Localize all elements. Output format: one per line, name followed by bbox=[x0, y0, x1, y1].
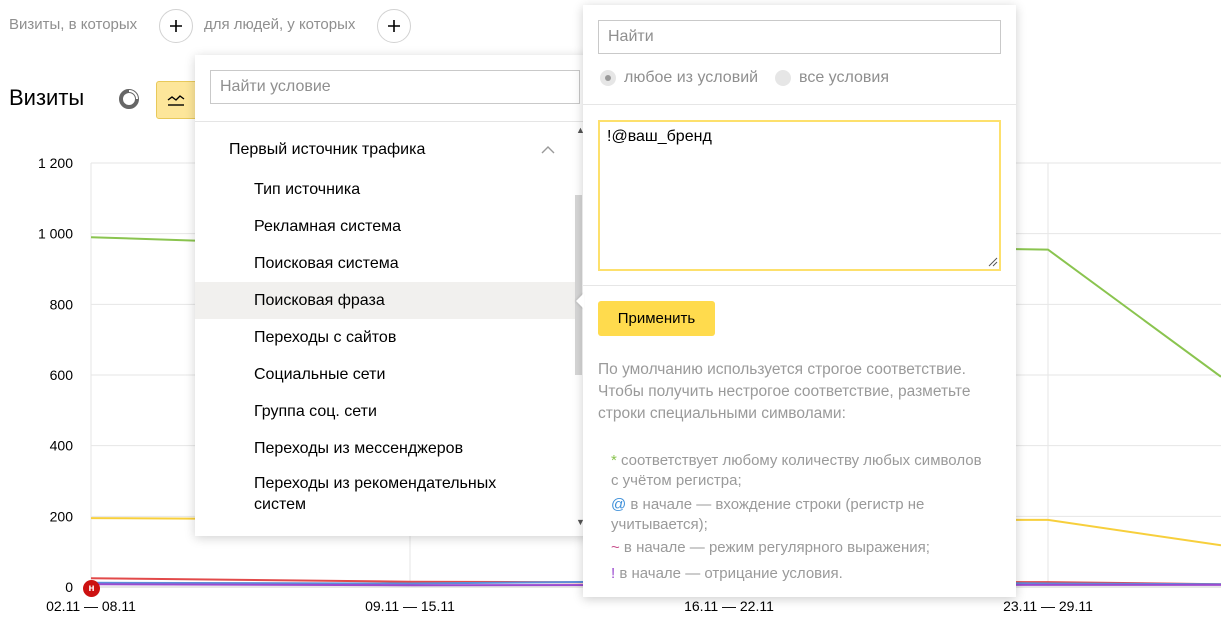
divider bbox=[583, 285, 1016, 286]
pie-chart-icon bbox=[119, 89, 139, 109]
segment-bar: Визиты, в которых для людей, у которых bbox=[0, 0, 600, 52]
rule-text: в начале — вхождение строки (регистр не … bbox=[611, 496, 925, 533]
x-tick-label: 23.11 — 29.11 bbox=[1003, 598, 1093, 614]
condition-search-input[interactable] bbox=[210, 70, 580, 104]
condition-item[interactable]: Поисковая система bbox=[195, 245, 575, 282]
radio-any-conditions[interactable]: любое из условий bbox=[600, 69, 758, 87]
matching-rule: ! в начале — отрицание условия. bbox=[611, 564, 991, 584]
group-header-first-traffic-source[interactable]: Первый источник трафика bbox=[229, 141, 425, 159]
panel-pointer bbox=[576, 293, 584, 309]
radio-all-label: все условия bbox=[799, 69, 889, 86]
y-tick-label: 0 bbox=[65, 579, 73, 595]
matching-rule: @ в начале — вхождение строки (регистр н… bbox=[611, 495, 991, 535]
x-tick-label: 16.11 — 22.11 bbox=[684, 598, 774, 614]
matching-rule: * соответствует любому количеству любых … bbox=[611, 451, 991, 491]
condition-item[interactable]: Переходы с сайтов bbox=[195, 319, 575, 356]
condition-item[interactable]: Рекламная система bbox=[195, 208, 575, 245]
add-people-condition-button[interactable] bbox=[377, 9, 411, 43]
radio-circle-unchecked bbox=[775, 70, 791, 86]
annotation-marker[interactable]: н bbox=[83, 580, 100, 597]
resize-handle-icon[interactable] bbox=[988, 257, 998, 267]
rule-symbol: ~ bbox=[611, 539, 620, 556]
scrollbar-thumb[interactable] bbox=[575, 195, 582, 375]
radio-any-label: любое из условий bbox=[624, 69, 759, 86]
y-tick-label: 200 bbox=[50, 508, 74, 524]
y-tick-label: 800 bbox=[50, 296, 74, 312]
divider bbox=[195, 121, 595, 122]
x-tick-label: 09.11 — 15.11 bbox=[365, 598, 455, 614]
radio-all-conditions[interactable]: все условия bbox=[775, 69, 889, 87]
find-value-input[interactable] bbox=[598, 20, 1001, 54]
matching-rule: ~ в начале — режим регулярного выражения… bbox=[611, 538, 991, 558]
y-axis: 0 200 400 600 800 1 000 1 200 bbox=[38, 155, 73, 595]
page-title: Визиты bbox=[9, 85, 85, 110]
condition-dropdown: Первый источник трафика Тип источникаРек… bbox=[195, 55, 595, 536]
rule-text: в начале — режим регулярного выражения; bbox=[619, 539, 930, 556]
pie-chart-toggle[interactable] bbox=[118, 88, 140, 110]
condition-list: Тип источника Рекламная система Поисковая … bbox=[195, 171, 575, 527]
chevron-up-icon[interactable] bbox=[540, 143, 556, 157]
y-tick-label: 1 000 bbox=[38, 226, 73, 242]
condition-item[interactable]: Группа соц. сети bbox=[195, 393, 575, 430]
divider bbox=[583, 104, 1016, 105]
filter-values-textarea[interactable] bbox=[598, 120, 1001, 271]
radio-circle-checked bbox=[600, 70, 616, 86]
y-tick-label: 400 bbox=[50, 438, 74, 454]
y-tick-label: 600 bbox=[50, 367, 74, 383]
help-text: По умолчанию используется строгое соотве… bbox=[598, 361, 971, 422]
filter-value-panel: любое из условий все условия Применить П… bbox=[583, 5, 1016, 597]
plus-icon bbox=[388, 20, 400, 32]
condition-item[interactable]: Переходы из рекомендательных систем bbox=[195, 467, 514, 527]
x-axis: 02.11 — 08.11 09.11 — 15.11 16.11 — 22.11 2… bbox=[46, 598, 1093, 614]
y-tick-label: 1 200 bbox=[38, 155, 73, 171]
condition-item[interactable]: Переходы из мессенджеров bbox=[195, 430, 575, 467]
people-condition-label: для людей, у которых bbox=[204, 16, 356, 33]
condition-item[interactable]: Социальные сети bbox=[195, 356, 575, 393]
add-visit-condition-button[interactable] bbox=[159, 9, 193, 43]
rule-text: соответствует любому количеству любых си… bbox=[611, 452, 982, 489]
condition-item[interactable]: Поисковая фраза bbox=[195, 282, 575, 319]
condition-item[interactable]: Тип источника bbox=[195, 171, 575, 208]
rule-text: в начале — отрицание условия. bbox=[615, 565, 843, 582]
line-chart-toggle[interactable] bbox=[156, 81, 198, 119]
x-tick-label: 02.11 — 08.11 bbox=[46, 598, 136, 614]
line-chart-icon bbox=[167, 95, 185, 106]
apply-button[interactable]: Применить bbox=[598, 301, 715, 336]
visits-condition-label: Визиты, в которых bbox=[9, 16, 138, 33]
rule-symbol: @ bbox=[611, 496, 627, 513]
plus-icon bbox=[170, 20, 182, 32]
